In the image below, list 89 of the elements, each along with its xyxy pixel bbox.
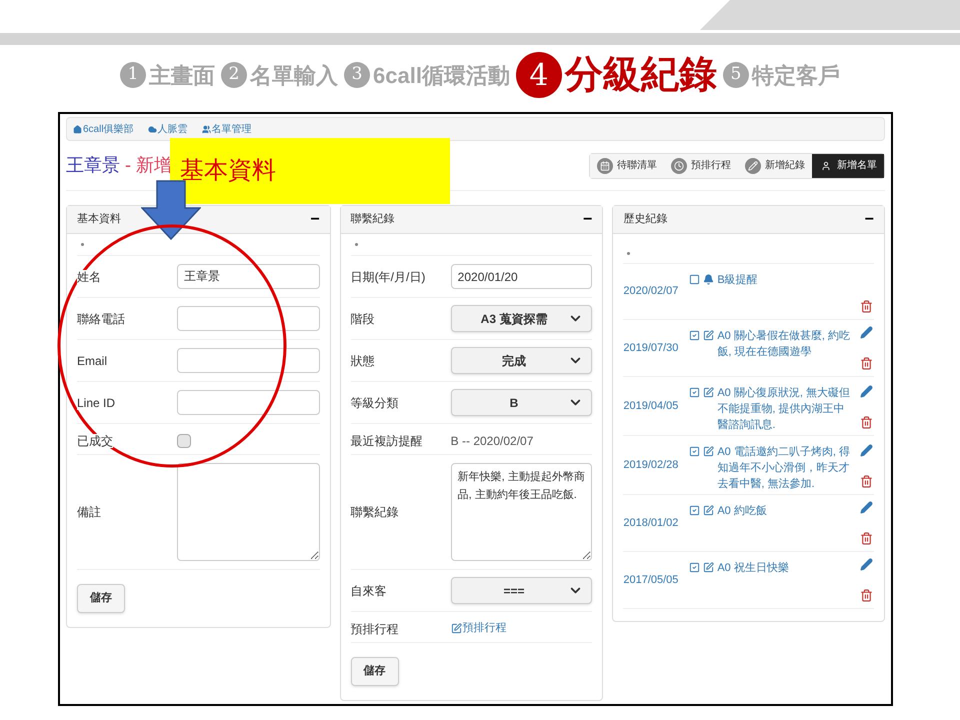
select-dropdown[interactable]: B xyxy=(450,389,592,416)
history-text[interactable]: A0 關心暑假在做甚麼, 約吃飯, 現在在德國遊學 xyxy=(717,328,854,360)
checkbox[interactable] xyxy=(177,434,191,448)
history-text[interactable]: A0 關心復原狀況, 無大礙但不能提重物, 提供內湖王中醫諮詢訊息. xyxy=(717,385,854,433)
collapse-button[interactable]: − xyxy=(583,212,592,228)
delete-icon[interactable] xyxy=(860,475,872,488)
delete-icon[interactable] xyxy=(860,300,872,313)
history-text[interactable]: A0 電話邀約二叭子烤肉, 得知過年不小心滑倒，昨天才去看中醫, 無法參加. xyxy=(717,444,854,492)
field-label: 聯繫紀錄 xyxy=(350,505,399,519)
field-label: 自來客 xyxy=(350,584,387,598)
history-date: 2019/07/30 xyxy=(623,340,680,356)
panel-title: 基本資料 xyxy=(77,212,121,228)
customer-name: 王章景 xyxy=(66,154,120,177)
field-label: 日期(年/月/日) xyxy=(350,270,426,284)
callout-text: 基本資料 xyxy=(180,156,276,186)
history-text[interactable]: A0 約吃飯 xyxy=(717,503,854,519)
field-label: 姓名 xyxy=(77,270,101,284)
step-tab[interactable]: 4 分級紀錄 xyxy=(516,46,717,104)
clock-icon xyxy=(674,160,684,170)
delete-icon[interactable] xyxy=(860,589,872,602)
field-label: 備註 xyxy=(77,505,101,519)
panel-title: 歷史紀錄 xyxy=(623,212,668,228)
edit-icon[interactable] xyxy=(860,501,872,514)
field-label: 等級分類 xyxy=(350,396,399,410)
text-field[interactable]: 王章景 xyxy=(177,264,320,289)
checked-box-icon[interactable] xyxy=(689,446,700,457)
history-date: 2017/05/05 xyxy=(623,572,680,588)
history-date: 2018/01/02 xyxy=(623,516,680,531)
breadcrumb-link[interactable]: 6call俱樂部 xyxy=(73,122,134,136)
history-date: 2019/02/28 xyxy=(623,458,680,473)
checked-box-icon[interactable] xyxy=(689,505,700,516)
select-dropdown[interactable]: === xyxy=(450,577,592,604)
edit-note-icon xyxy=(703,330,714,341)
field-value: B -- 2020/02/07 xyxy=(450,432,534,450)
text-field[interactable] xyxy=(177,390,320,415)
save-button[interactable]: 儲存 xyxy=(77,584,125,613)
edit-icon[interactable] xyxy=(860,326,872,339)
collapse-button[interactable]: − xyxy=(310,212,320,228)
field-label: 聯絡電話 xyxy=(77,312,125,326)
pencil-icon xyxy=(748,160,758,170)
field-label: 預排行程 xyxy=(350,622,399,636)
history-date: 2020/02/07 xyxy=(623,284,680,300)
edit-note-icon xyxy=(703,562,714,573)
edit-icon[interactable] xyxy=(860,385,872,398)
checked-box-icon[interactable] xyxy=(689,387,700,398)
field-label: 最近複訪提醒 xyxy=(350,434,423,448)
toolbar-button[interactable]: 待聯清單 xyxy=(590,154,664,178)
cloud-icon xyxy=(148,124,157,134)
select-dropdown[interactable]: A3 蒐資探需 xyxy=(450,305,592,332)
history-text[interactable]: A0 祝生日快樂 xyxy=(717,560,854,576)
toolbar-button[interactable]: 新增名單 xyxy=(812,154,884,178)
users-icon xyxy=(202,124,211,134)
text-area[interactable]: 新年快樂, 主動提起外幣商品, 主動約年後王品吃飯. xyxy=(450,463,592,561)
toolbar-button[interactable]: 預排行程 xyxy=(664,154,738,178)
select-dropdown[interactable]: 完成 xyxy=(450,347,592,374)
breadcrumb-link[interactable]: 名單管理 xyxy=(202,122,252,136)
panel-title: 聯繫紀錄 xyxy=(350,212,395,228)
bell-icon xyxy=(703,274,714,285)
user-icon xyxy=(821,160,831,170)
checked-box-icon[interactable] xyxy=(689,330,700,341)
history-date: 2019/04/05 xyxy=(623,398,680,414)
field-label: Email xyxy=(77,354,108,368)
edit-note-icon xyxy=(703,387,714,398)
checkbox-icon[interactable] xyxy=(689,274,700,285)
text-field[interactable] xyxy=(177,306,320,331)
edit-note-icon xyxy=(450,623,462,634)
delete-icon[interactable] xyxy=(860,357,872,370)
down-arrow-icon xyxy=(141,180,201,240)
edit-icon[interactable] xyxy=(860,444,872,457)
field-label: 已成交 xyxy=(77,434,113,448)
delete-icon[interactable] xyxy=(860,416,872,429)
delete-icon[interactable] xyxy=(860,532,872,545)
toolbar-button[interactable]: 新增紀錄 xyxy=(738,154,812,178)
breadcrumb-link[interactable]: 人脈雲 xyxy=(148,122,188,136)
text-field[interactable]: 2020/01/20 xyxy=(450,264,592,289)
home-icon xyxy=(73,124,82,134)
schedule-link[interactable]: 預排行程 xyxy=(450,620,507,637)
collapse-button[interactable]: − xyxy=(864,212,874,228)
edit-note-icon xyxy=(703,505,714,516)
history-text[interactable]: B級提醒 xyxy=(717,272,854,288)
field-label: 階段 xyxy=(350,312,375,326)
edit-icon[interactable] xyxy=(860,558,872,571)
edit-note-icon xyxy=(703,446,714,457)
calendar-icon xyxy=(600,160,610,170)
field-label: Line ID xyxy=(77,396,116,410)
save-button[interactable]: 儲存 xyxy=(350,657,399,686)
field-label: 狀態 xyxy=(350,354,375,368)
text-field[interactable] xyxy=(177,348,320,373)
checked-box-icon[interactable] xyxy=(689,562,700,573)
